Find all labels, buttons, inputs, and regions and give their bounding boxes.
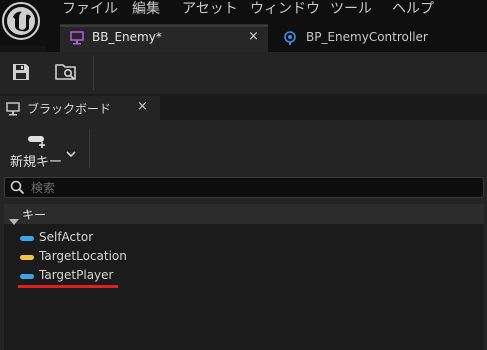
chevron-down-icon[interactable]: [66, 143, 76, 162]
tab-bp-enemycontroller-label[interactable]: BP_EnemyController: [306, 30, 428, 44]
key-name: TargetPlayer: [39, 268, 114, 282]
search-icon: [10, 180, 25, 199]
highlight-underline: [18, 285, 118, 288]
ai-controller-icon: [283, 30, 297, 49]
key-name: SelfActor: [39, 230, 94, 244]
browse-asset-icon[interactable]: [55, 62, 77, 86]
category-keys-label: キー: [22, 208, 47, 222]
key-row-targetplayer[interactable]: TargetPlayer: [18, 267, 158, 287]
menu-window[interactable]: ウィンドウ: [250, 0, 320, 18]
blackboard-asset-icon: [70, 30, 84, 49]
new-key-icon: [27, 133, 49, 153]
object-key-type-icon: [20, 236, 34, 241]
tab-close-icon[interactable]: ×: [248, 29, 259, 44]
key-name: TargetLocation: [39, 249, 127, 263]
menu-file[interactable]: ファイル: [62, 0, 118, 18]
menu-edit[interactable]: 編集: [132, 0, 160, 18]
menu-asset[interactable]: アセット: [182, 0, 238, 18]
object-key-type-icon: [20, 274, 34, 279]
blackboard-panel-title: ブラックボード: [27, 102, 112, 116]
panel-close-icon[interactable]: ×: [137, 99, 148, 114]
new-key-label: 新規キー: [10, 155, 63, 170]
category-keys-row[interactable]: [4, 204, 484, 224]
tab-bb-enemy-label: BB_Enemy*: [92, 30, 162, 44]
key-row-selfactor[interactable]: SelfActor: [18, 229, 158, 249]
triangle-down-icon[interactable]: [9, 211, 19, 230]
unreal-logo-icon[interactable]: [0, 0, 46, 46]
menu-help[interactable]: ヘルプ: [392, 0, 434, 18]
tab-top-edge: [60, 25, 268, 27]
search-input[interactable]: [31, 179, 471, 196]
toolbar-divider: [93, 56, 94, 90]
vector-key-type-icon: [20, 255, 34, 260]
menu-tools[interactable]: ツール: [330, 0, 372, 18]
search-box[interactable]: [4, 177, 484, 198]
panel-toolbar-divider: [89, 130, 90, 168]
key-row-targetlocation[interactable]: TargetLocation: [18, 248, 158, 268]
save-icon[interactable]: [12, 63, 30, 85]
blackboard-panel-icon: [6, 101, 20, 120]
